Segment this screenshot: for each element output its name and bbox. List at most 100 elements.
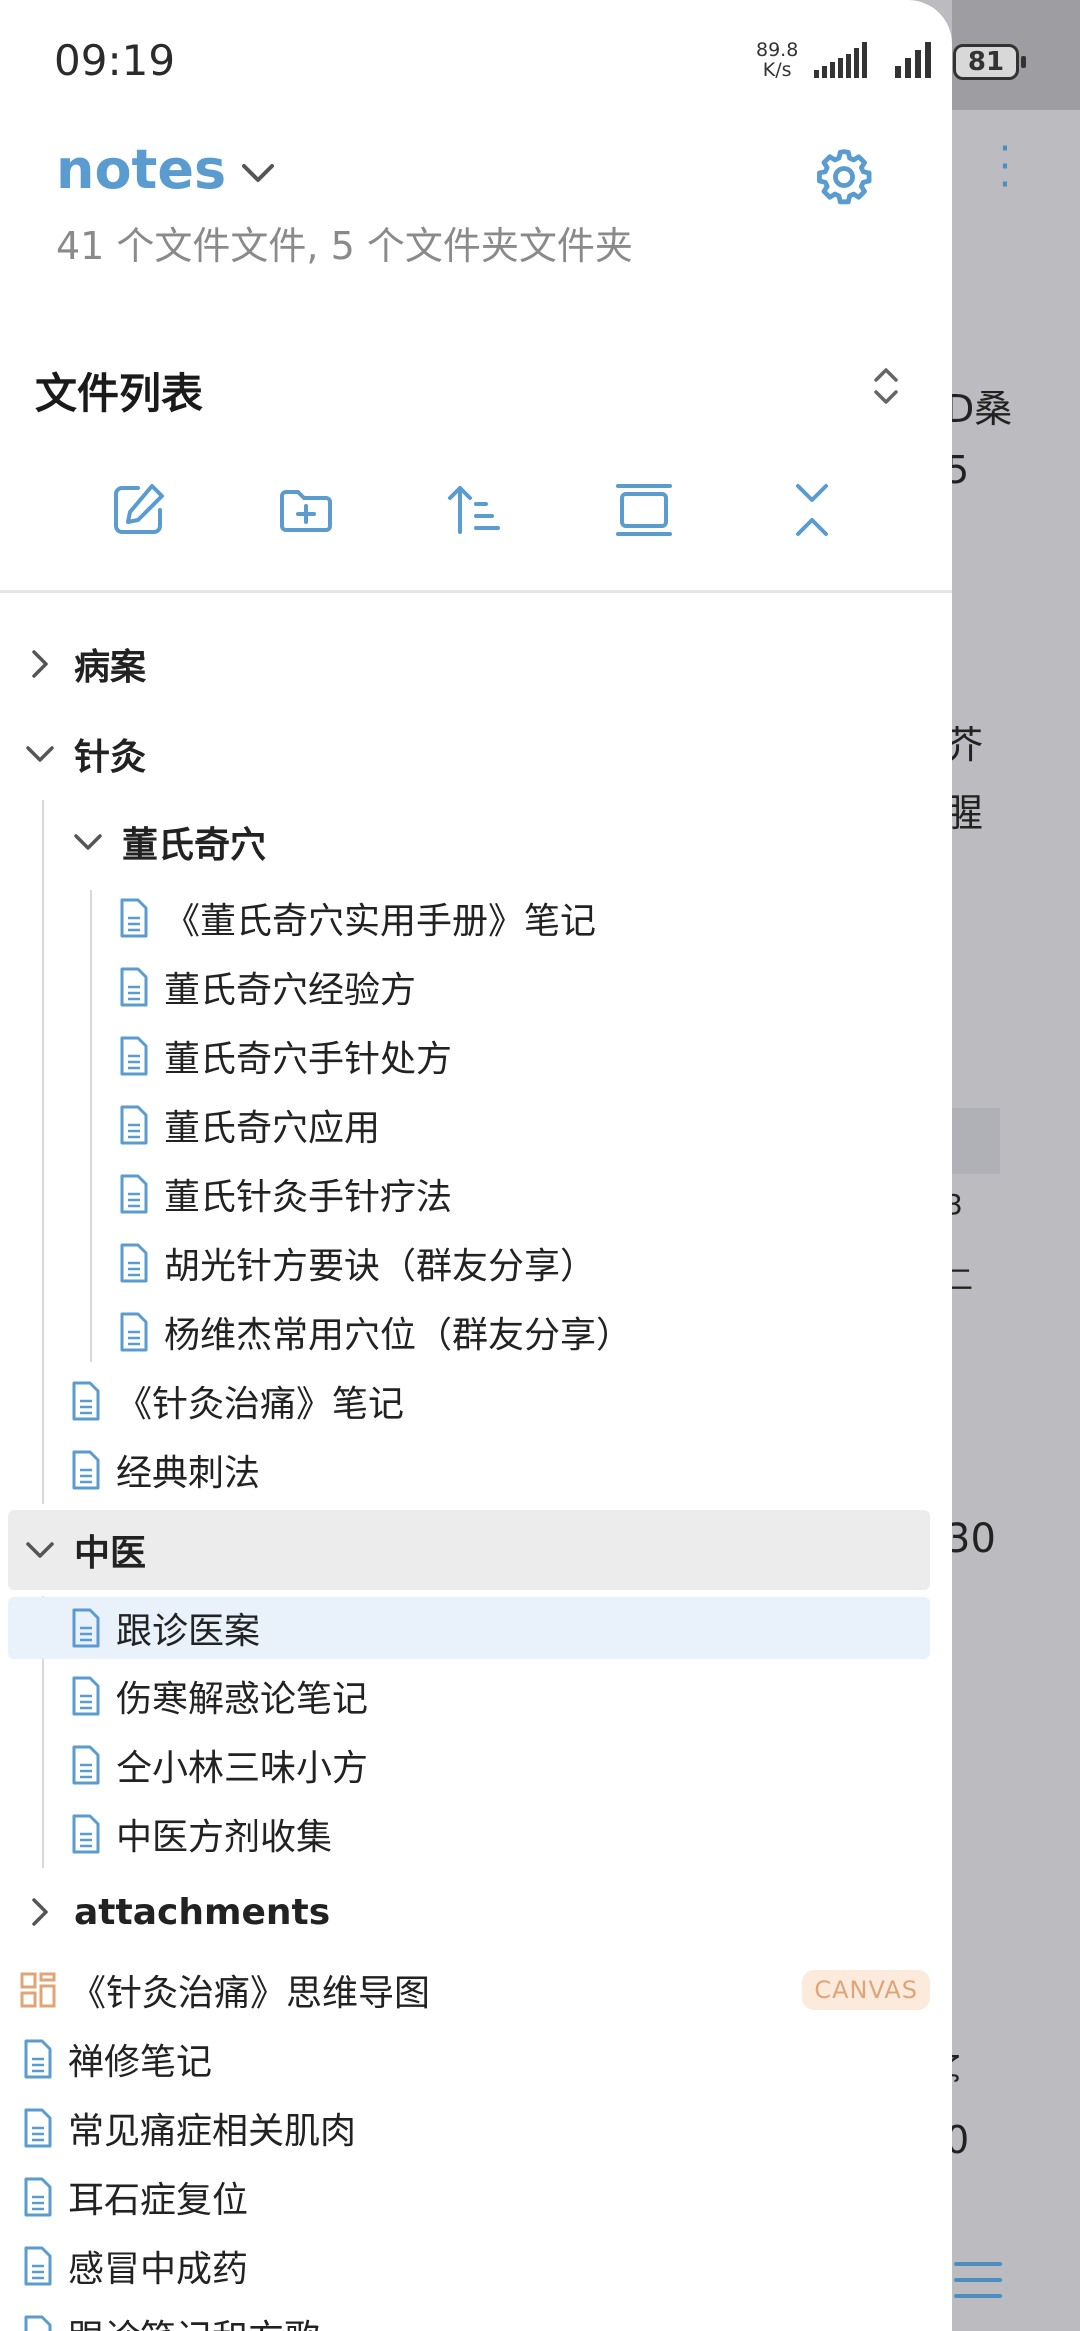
file-item[interactable]: 跟诊笔记和方歌: [22, 2303, 944, 2331]
file-item[interactable]: 董氏奇穴应用: [118, 1093, 952, 1157]
divider: [0, 590, 952, 593]
chevron-down-icon: [242, 163, 275, 182]
bg-highlight: [952, 1108, 1000, 1174]
bg-text: D桑: [945, 387, 1013, 431]
file-icon: [120, 1036, 148, 1076]
file-icon: [120, 1105, 148, 1145]
file-icon: [24, 2246, 52, 2286]
folder-item[interactable]: 针灸: [22, 722, 944, 786]
file-item[interactable]: 董氏奇穴手针处方: [118, 1024, 952, 1088]
folder-label: 董氏奇穴: [122, 825, 267, 866]
file-item[interactable]: 仝小林三味小方: [70, 1733, 952, 1797]
file-label: 董氏针灸手针疗法: [164, 1177, 453, 1218]
file-item[interactable]: 《董氏奇穴实用手册》笔记: [118, 886, 952, 950]
file-item[interactable]: 经典刺法: [70, 1438, 952, 1502]
file-item[interactable]: 常见痛症相关肌肉: [22, 2096, 944, 2160]
tree-guide: [42, 800, 44, 1504]
canvas-badge: CANVAS: [802, 1970, 930, 2010]
folder-label: attachments: [74, 1891, 331, 1933]
file-explorer-toolbar: [0, 480, 952, 560]
status-bar: 09:19 89.8 K/s 81: [0, 0, 1080, 120]
canvas-item[interactable]: 《针灸治痛》思维导图 CANVAS: [20, 1958, 942, 2022]
file-icon: [24, 2108, 52, 2148]
file-icon: [72, 1676, 100, 1716]
file-label: 禅修笔记: [68, 2042, 213, 2083]
file-label: 跟诊医案: [116, 1611, 261, 1652]
sort-icon[interactable]: [444, 480, 504, 540]
file-label: 耳石症复位: [68, 2180, 249, 2221]
auto-reveal-icon[interactable]: [614, 480, 674, 540]
file-label: 胡光针方要诀（群友分享）: [164, 1246, 597, 1287]
file-item-active[interactable]: 跟诊医案: [8, 1597, 930, 1659]
file-item[interactable]: 伤寒解惑论笔记: [70, 1664, 952, 1728]
signal-icon: [895, 42, 931, 78]
chevron-right-icon: [32, 650, 48, 678]
hamburger-icon[interactable]: [954, 2262, 1002, 2302]
chevrons-up-down-icon[interactable]: [866, 362, 906, 410]
bg-text: 30: [945, 1516, 996, 1562]
file-label: 经典刺法: [116, 1453, 261, 1494]
file-label: 仝小林三味小方: [116, 1748, 369, 1789]
vault-name: notes: [56, 138, 227, 201]
more-options-icon[interactable]: · · ·: [990, 129, 1020, 205]
collapse-all-icon[interactable]: [782, 480, 842, 540]
battery-icon: 81: [953, 44, 1026, 80]
file-icon: [24, 2177, 52, 2217]
chevron-down-icon: [74, 834, 102, 850]
file-label: 常见痛症相关肌肉: [68, 2111, 357, 2152]
chevron-right-icon: [32, 1898, 48, 1926]
tree-guide: [90, 890, 92, 1362]
vault-switcher[interactable]: notes: [56, 138, 276, 201]
file-icon: [120, 1243, 148, 1283]
status-time: 09:19: [54, 36, 176, 85]
file-item[interactable]: 胡光针方要诀（群友分享）: [118, 1231, 952, 1295]
file-item[interactable]: 《针灸治痛》笔记: [70, 1369, 952, 1433]
file-label: 《针灸治痛》笔记: [116, 1384, 405, 1425]
file-label: 董氏奇穴手针处方: [164, 1039, 453, 1080]
file-icon: [120, 898, 148, 938]
file-item[interactable]: 感冒中成药: [22, 2234, 944, 2298]
folder-item[interactable]: 董氏奇穴: [70, 810, 952, 874]
panel-title: 文件列表: [35, 369, 204, 418]
file-icon: [72, 1608, 100, 1648]
chevron-down-icon: [26, 746, 54, 762]
folder-item-selected[interactable]: 中医: [8, 1510, 930, 1590]
file-label: 杨维杰常用穴位（群友分享）: [164, 1315, 633, 1356]
network-speed-unit: K/s: [762, 59, 792, 81]
file-icon: [72, 1381, 100, 1421]
file-icon: [24, 2315, 52, 2331]
file-item[interactable]: 董氏奇穴经验方: [118, 955, 952, 1019]
file-label: 《董氏奇穴实用手册》笔记: [164, 901, 597, 942]
file-label: 《针灸治痛》思维导图: [70, 1973, 431, 2014]
gear-icon[interactable]: [812, 145, 876, 209]
file-item[interactable]: 禅修笔记: [22, 2027, 944, 2091]
network-speed: 89.8 K/s: [756, 40, 798, 80]
file-label: 董氏奇穴应用: [164, 1108, 381, 1149]
folder-label: 病案: [74, 647, 147, 688]
file-label: 中医方剂收集: [116, 1817, 333, 1858]
new-folder-icon[interactable]: [276, 480, 336, 540]
folder-label: 中医: [74, 1533, 147, 1574]
folder-label: 针灸: [74, 737, 147, 778]
file-icon: [72, 1450, 100, 1490]
network-speed-value: 89.8: [756, 39, 799, 61]
file-icon: [72, 1814, 100, 1854]
new-note-icon[interactable]: [108, 480, 168, 540]
file-icon: [24, 2039, 52, 2079]
file-label: 感冒中成药: [68, 2249, 249, 2290]
file-icon: [72, 1745, 100, 1785]
signal-icon: [814, 42, 867, 78]
file-label: 跟诊笔记和方歌: [68, 2309, 320, 2331]
file-icon: [120, 1174, 148, 1214]
canvas-icon: [20, 1972, 56, 2008]
file-icon: [120, 1312, 148, 1352]
file-label: 伤寒解惑论笔记: [116, 1679, 369, 1720]
chevron-down-icon: [26, 1542, 54, 1558]
file-item[interactable]: 董氏针灸手针疗法: [118, 1162, 952, 1226]
file-item[interactable]: 耳石症复位: [22, 2165, 944, 2229]
file-item[interactable]: 杨维杰常用穴位（群友分享）: [118, 1300, 952, 1364]
folder-item[interactable]: attachments: [22, 1880, 944, 1944]
file-icon: [120, 967, 148, 1007]
file-item[interactable]: 中医方剂收集: [70, 1802, 952, 1866]
folder-item[interactable]: 病案: [22, 632, 944, 696]
